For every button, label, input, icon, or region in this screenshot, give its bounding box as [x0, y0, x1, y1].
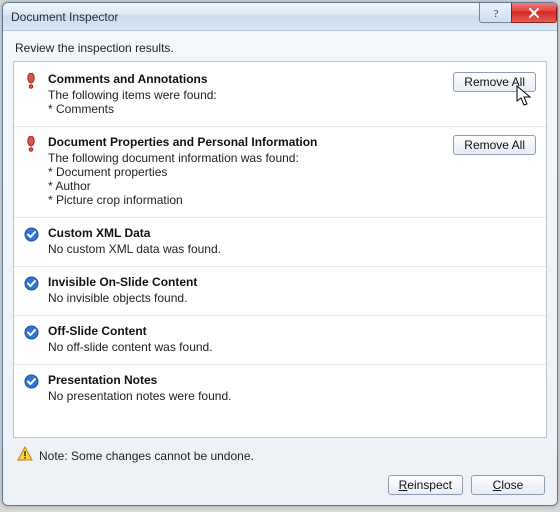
section-list-item: * Comments: [48, 102, 445, 116]
dialog-body: Review the inspection results. Comments …: [3, 31, 557, 505]
section-title: Off-Slide Content: [48, 324, 536, 338]
reinspect-button[interactable]: Reinspect: [388, 475, 463, 495]
section-title: Document Properties and Personal Informa…: [48, 135, 445, 149]
close-window-button[interactable]: [511, 3, 557, 23]
section-description: The following items were found:: [48, 88, 445, 102]
footer-buttons: Reinspect Close: [13, 471, 547, 499]
section-action: Remove All: [453, 72, 536, 116]
section-title: Custom XML Data: [48, 226, 536, 240]
remove-all-button[interactable]: Remove All: [453, 135, 536, 155]
footer-note-text: Note: Some changes cannot be undone.: [39, 449, 254, 463]
section-body: Comments and Annotations The following it…: [48, 72, 445, 116]
dialog-window: Document Inspector ? Review the inspecti…: [2, 2, 558, 506]
result-section: Custom XML Data No custom XML data was fo…: [14, 218, 546, 267]
section-list-item: * Author: [48, 179, 445, 193]
results-panel: Comments and Annotations The following it…: [13, 61, 547, 438]
alert-icon: [24, 72, 40, 116]
section-title: Comments and Annotations: [48, 72, 445, 86]
section-body: Off-Slide Content No off-slide content wa…: [48, 324, 536, 354]
section-description: The following document information was f…: [48, 151, 445, 165]
checkmark-icon: [24, 226, 40, 256]
close-button[interactable]: Close: [471, 475, 545, 495]
section-body: Invisible On-Slide Content No invisible o…: [48, 275, 536, 305]
result-section: Presentation Notes No presentation notes …: [14, 365, 546, 413]
window-controls: ?: [479, 3, 557, 30]
footer-note: Note: Some changes cannot be undone.: [13, 438, 547, 471]
window-title: Document Inspector: [11, 10, 479, 24]
remove-all-button[interactable]: Remove All: [453, 72, 536, 92]
result-section: Document Properties and Personal Informa…: [14, 127, 546, 218]
section-body: Custom XML Data No custom XML data was fo…: [48, 226, 536, 256]
section-list-item: * Document properties: [48, 165, 445, 179]
section-description: No off-slide content was found.: [48, 340, 536, 354]
checkmark-icon: [24, 275, 40, 305]
section-description: No custom XML data was found.: [48, 242, 536, 256]
section-action: Remove All: [453, 135, 536, 207]
help-icon: ?: [491, 7, 501, 19]
checkmark-icon: [24, 324, 40, 354]
warning-icon: [17, 446, 33, 465]
section-list-item: * Picture crop information: [48, 193, 445, 207]
result-section: Invisible On-Slide Content No invisible o…: [14, 267, 546, 316]
result-section: Off-Slide Content No off-slide content wa…: [14, 316, 546, 365]
instruction-text: Review the inspection results.: [15, 41, 547, 55]
close-icon: [528, 8, 540, 18]
section-body: Presentation Notes No presentation notes …: [48, 373, 536, 403]
checkmark-icon: [24, 373, 40, 403]
result-section: Comments and Annotations The following it…: [14, 64, 546, 127]
section-description: No presentation notes were found.: [48, 389, 536, 403]
section-title: Presentation Notes: [48, 373, 536, 387]
help-button[interactable]: ?: [479, 3, 511, 23]
section-title: Invisible On-Slide Content: [48, 275, 536, 289]
section-description: No invisible objects found.: [48, 291, 536, 305]
svg-text:?: ?: [493, 8, 498, 19]
titlebar: Document Inspector ?: [3, 3, 557, 31]
section-body: Document Properties and Personal Informa…: [48, 135, 445, 207]
alert-icon: [24, 135, 40, 207]
